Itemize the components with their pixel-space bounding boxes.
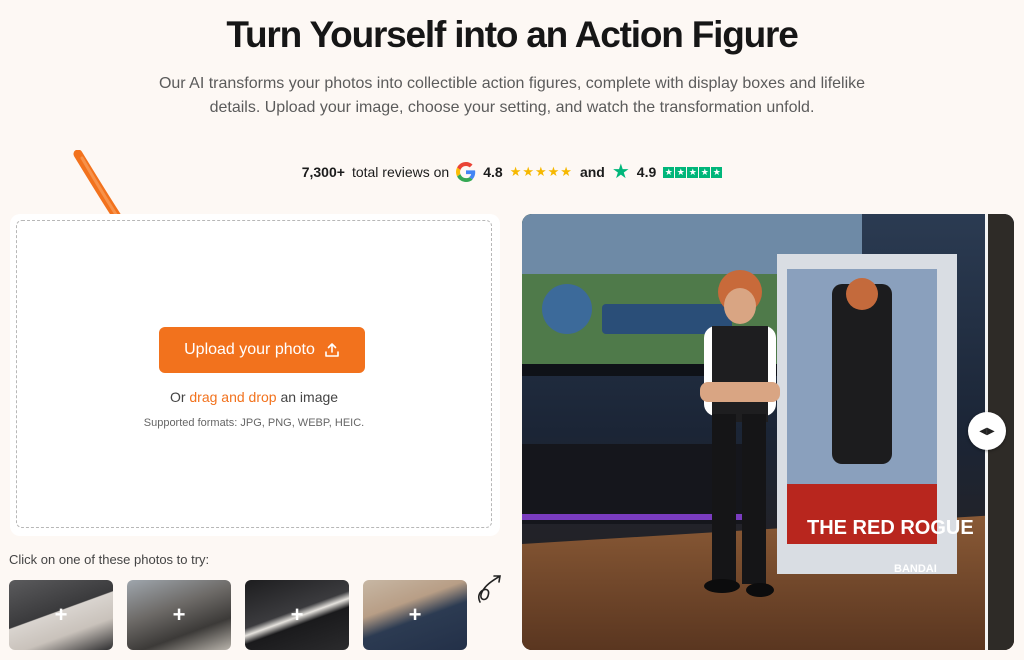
google-stars: ★★★★★	[509, 164, 573, 179]
drag-drop-hint: Or drag and drop an image	[17, 389, 491, 405]
reviews-joiner: and	[579, 164, 605, 180]
sample-photo-4[interactable]: +	[363, 580, 467, 650]
page-title: Turn Yourself into an Action Figure	[226, 14, 798, 55]
compare-slider-handle[interactable]: ◀▶	[968, 412, 1006, 450]
box-brand: BANDAI	[894, 563, 937, 575]
plus-icon: +	[172, 602, 186, 627]
upload-button-label: Upload your photo	[184, 341, 315, 358]
trustpilot-star: ★	[675, 166, 687, 178]
trustpilot-star: ★	[687, 166, 699, 178]
drag-prefix: Or	[169, 389, 186, 405]
google-rating: 4.8	[483, 164, 503, 180]
supported-formats: Supported formats: JPG, PNG, WEBP, HEIC.	[143, 417, 365, 429]
upload-icon	[325, 343, 339, 357]
upload-photo-button[interactable]: Upload your photo	[159, 327, 365, 373]
google-icon	[456, 162, 476, 182]
sample-photos-label: Click on one of these photos to try:	[9, 552, 210, 567]
review-count: 7,300+	[301, 164, 345, 180]
arrows-left-right-icon: ◀▶	[979, 425, 995, 437]
preview-image: THE RED ROGUE BANDAI	[522, 214, 1014, 650]
plus-icon: +	[290, 602, 304, 627]
before-after-preview[interactable]: THE RED ROGUE BANDAI ◀▶	[522, 214, 1014, 650]
upload-dropzone[interactable]: Upload your photo Or drag and drop an im…	[10, 214, 500, 536]
sample-photo-2[interactable]: +	[127, 580, 231, 650]
sample-photo-3[interactable]: +	[245, 580, 349, 650]
curly-arrow-icon	[477, 575, 501, 603]
drag-drop-link[interactable]: drag and drop	[189, 389, 276, 405]
trustpilot-star-icon: ★	[611, 161, 630, 183]
plus-icon: +	[54, 602, 68, 627]
trustpilot-star: ★	[699, 166, 711, 178]
review-text: total reviews on	[351, 164, 450, 180]
sample-photo-1[interactable]: +	[9, 580, 113, 650]
plus-icon: +	[408, 602, 422, 627]
dropzone-border[interactable]: Upload your photo Or drag and drop an im…	[16, 220, 492, 528]
trustpilot-stars: ★ ★ ★ ★ ★	[663, 166, 723, 178]
trustpilot-rating: 4.9	[636, 164, 657, 180]
box-title: THE RED ROGUE	[807, 517, 974, 539]
trustpilot-star: ★	[663, 166, 675, 178]
page-subtitle: Our AI transforms your photos into colle…	[158, 75, 866, 116]
trustpilot-star: ★	[711, 166, 723, 178]
drag-suffix: an image	[280, 389, 339, 405]
